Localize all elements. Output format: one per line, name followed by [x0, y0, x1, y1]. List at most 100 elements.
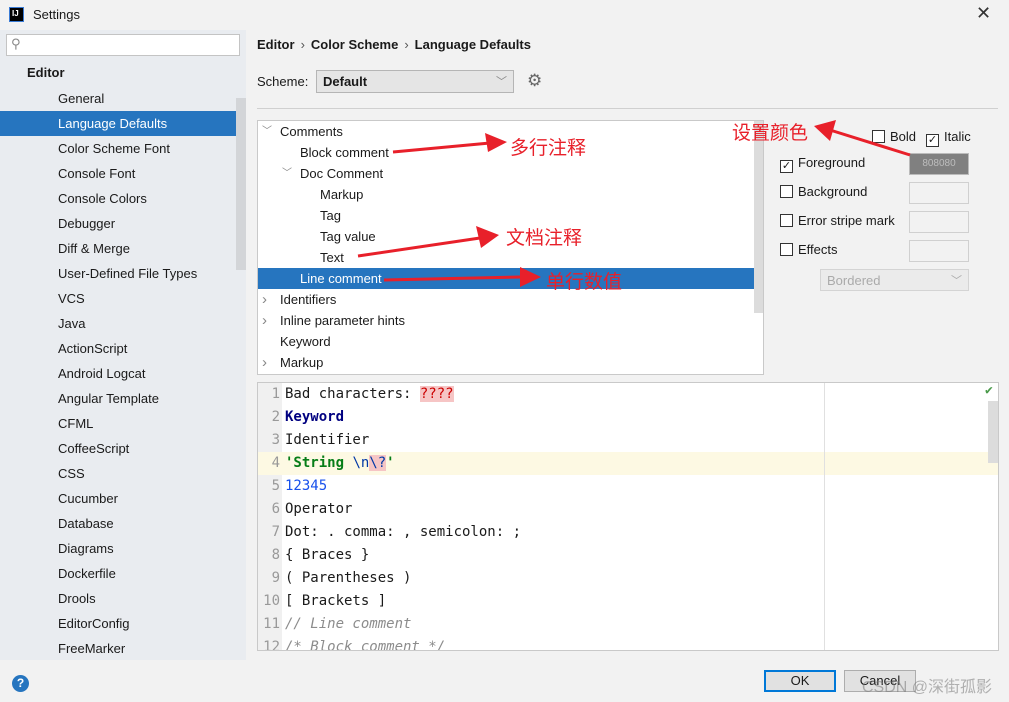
sidebar-item[interactable]: Diagrams: [0, 536, 236, 561]
help-icon[interactable]: ?: [12, 675, 29, 692]
breadcrumb-item: Editor: [257, 37, 295, 52]
bold-checkbox[interactable]: Bold: [872, 129, 916, 147]
tree-row[interactable]: Line comment: [258, 268, 754, 289]
scheme-label: Scheme:: [257, 74, 309, 89]
code-line: 8 { Braces }: [258, 544, 998, 567]
sidebar-item[interactable]: General: [0, 86, 236, 111]
tree-row-label: Comments: [280, 124, 343, 139]
effects-type-value: Bordered: [827, 273, 881, 288]
ok-button[interactable]: OK: [764, 670, 836, 692]
sidebar-item[interactable]: Angular Template: [0, 386, 236, 411]
code-line: 2 Keyword: [258, 406, 998, 429]
chevron-right-icon[interactable]: ›: [262, 289, 267, 310]
search-icon: ⚲: [11, 36, 21, 51]
line-number: 1: [271, 386, 280, 402]
window-title: Settings: [33, 7, 80, 22]
code-text: 'String \n\?': [285, 452, 395, 475]
sidebar-item[interactable]: Debugger: [0, 211, 236, 236]
annotation-line-comment: 单行数值: [546, 272, 623, 293]
line-number: 5: [271, 478, 280, 494]
checkbox-box: [872, 130, 885, 143]
background-checkbox[interactable]: Background: [780, 184, 867, 202]
chevron-down-icon[interactable]: ﹀: [282, 163, 292, 184]
sidebar-item[interactable]: Console Font: [0, 161, 236, 186]
tree-row[interactable]: › Identifiers: [258, 289, 754, 310]
foreground-checkbox[interactable]: ✓ Foreground: [780, 155, 865, 173]
effects-checkbox[interactable]: Effects: [780, 242, 838, 260]
code-token: 12345: [285, 478, 328, 494]
tree-scrollbar[interactable]: [754, 121, 763, 313]
sidebar-item[interactable]: Cucumber: [0, 486, 236, 511]
sidebar-item[interactable]: ActionScript: [0, 336, 236, 361]
gear-icon[interactable]: ⚙: [527, 71, 542, 91]
chevron-right-icon[interactable]: ›: [262, 310, 267, 331]
italic-label: Italic: [944, 129, 971, 144]
search-input[interactable]: ⚲: [6, 34, 240, 56]
tree-row[interactable]: ﹀ Doc Comment: [258, 163, 754, 184]
sidebar-item[interactable]: EditorConfig: [0, 611, 236, 636]
tree-row[interactable]: › Markup: [258, 352, 754, 373]
sidebar-item[interactable]: Database: [0, 511, 236, 536]
code-preview[interactable]: 1 Bad characters: ???? 2 Keyword 3 Identifier…: [257, 382, 999, 651]
code-token: Identifier: [285, 432, 370, 448]
checkbox-box: [780, 214, 793, 227]
sidebar-item[interactable]: Drools: [0, 586, 236, 611]
breadcrumb-item: Color Scheme: [310, 37, 399, 52]
code-token: { Braces }: [285, 547, 370, 563]
sidebar-item[interactable]: FreeMarker: [0, 636, 236, 661]
tree-row[interactable]: Text: [258, 247, 754, 268]
close-icon[interactable]: ✕: [976, 3, 991, 24]
sidebar-item[interactable]: Java: [0, 311, 236, 336]
code-line: 12 /* Block comment */: [258, 636, 998, 651]
sidebar-item[interactable]: User-Defined File Types: [0, 261, 236, 286]
sidebar-item[interactable]: Diff & Merge: [0, 236, 236, 261]
preview-scrollbar[interactable]: [988, 401, 998, 463]
tree-row[interactable]: Markup: [258, 184, 754, 205]
sidebar-item[interactable]: Dockerfile: [0, 561, 236, 586]
code-token: Operator: [285, 501, 353, 517]
tree-row[interactable]: Keyword: [258, 331, 754, 352]
code-line: 1 Bad characters: ????: [258, 383, 998, 406]
chevron-down-icon[interactable]: ﹀: [262, 121, 272, 142]
tree-row-label: Inline parameter hints: [280, 313, 406, 328]
sidebar-item[interactable]: Android Logcat: [0, 361, 236, 386]
code-line: 10 [ Brackets ]: [258, 590, 998, 613]
sidebar-item[interactable]: CoffeeScript: [0, 436, 236, 461]
tree-row-label: Text: [320, 250, 344, 265]
line-number: 4: [271, 455, 280, 471]
foreground-color-swatch[interactable]: 808080: [909, 153, 969, 175]
sidebar-item[interactable]: Color Scheme Font: [0, 136, 236, 161]
chevron-right-icon[interactable]: ›: [262, 352, 267, 373]
line-number: 8: [271, 547, 280, 563]
code-line: 5 12345: [258, 475, 998, 498]
code-token: // Line comment: [285, 616, 412, 632]
error-stripe-color-swatch[interactable]: [909, 211, 969, 233]
tree-row[interactable]: › Inline parameter hints: [258, 310, 754, 331]
effects-type-select[interactable]: Bordered ﹀: [820, 269, 969, 291]
code-line: 7 Dot: . comma: , semicolon: ;: [258, 521, 998, 544]
code-line: 9 ( Parentheses ): [258, 567, 998, 590]
code-token: ????: [419, 386, 454, 402]
code-token: \n: [352, 455, 370, 471]
chevron-down-icon: ﹀: [951, 275, 962, 287]
sidebar-item[interactable]: VCS: [0, 286, 236, 311]
code-token: /* Block comment */: [285, 639, 446, 651]
code-token: Dot: . comma: , semicolon: ;: [285, 524, 522, 540]
code-line: 3 Identifier: [258, 429, 998, 452]
tree-row[interactable]: Block comment: [258, 142, 754, 163]
sidebar-section-editor[interactable]: Editor: [27, 65, 65, 80]
background-color-swatch[interactable]: [909, 182, 969, 204]
italic-checkbox[interactable]: ✓ Italic: [926, 129, 971, 147]
effects-color-swatch[interactable]: [909, 240, 969, 262]
sidebar-item[interactable]: CSS: [0, 461, 236, 486]
error-stripe-checkbox[interactable]: Error stripe mark: [780, 213, 895, 231]
sidebar-item[interactable]: Language Defaults: [0, 111, 246, 136]
sidebar-item[interactable]: Console Colors: [0, 186, 236, 211]
sidebar-item[interactable]: CFML: [0, 411, 236, 436]
tree-row-label: Block comment: [300, 145, 389, 160]
sidebar-scrollbar[interactable]: [236, 98, 246, 270]
chevron-down-icon: ﹀: [496, 76, 507, 88]
tree-row[interactable]: ﹀ Comments: [258, 121, 754, 142]
chevron-right-icon: ›: [300, 37, 305, 52]
scheme-select[interactable]: Default ﹀: [316, 70, 514, 93]
